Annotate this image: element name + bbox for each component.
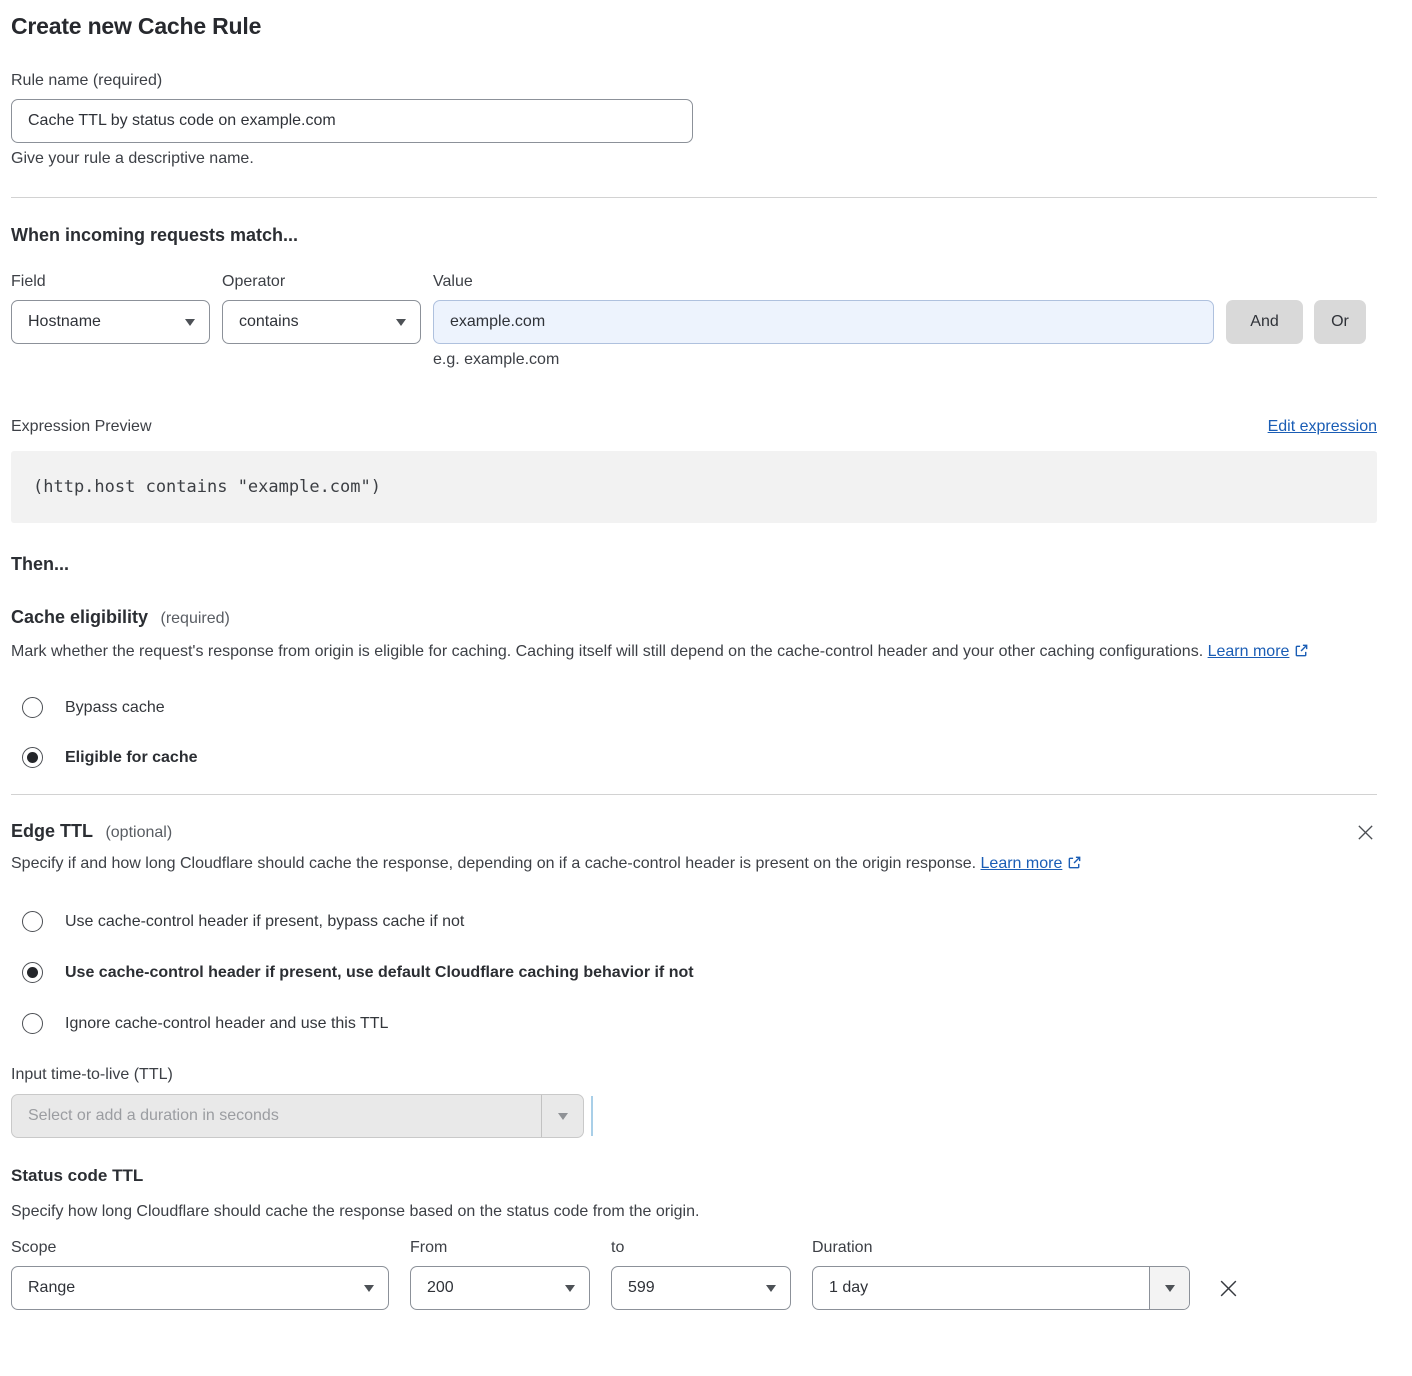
edge-ttl-heading: Edge TTL [11, 821, 93, 841]
edge-ttl-description: Specify if and how long Cloudflare shoul… [11, 850, 1116, 880]
remove-status-code-row-button[interactable] [1216, 1276, 1241, 1301]
to-label: to [611, 1239, 812, 1257]
eligible-for-cache-label[interactable]: Eligible for cache [65, 749, 197, 767]
chevron-down-icon [364, 1285, 374, 1292]
status-code-ttl-heading: Status code TTL [11, 1166, 1377, 1186]
bypass-cache-radio[interactable] [22, 697, 43, 718]
ttl-duration-dropdown-button[interactable] [541, 1095, 583, 1137]
scope-select-value: Range [28, 1279, 75, 1297]
match-section-heading: When incoming requests match... [11, 225, 1377, 246]
duration-dropdown-button[interactable] [1149, 1267, 1189, 1309]
edge-ttl-option-1-radio[interactable] [22, 911, 43, 932]
edge-ttl-heading-row: Edge TTL (optional) [11, 821, 172, 842]
and-button[interactable]: And [1226, 300, 1303, 344]
value-helper: e.g. example.com [433, 351, 1377, 369]
divider [11, 794, 1377, 795]
field-select[interactable]: Hostname [11, 300, 210, 344]
scope-select[interactable]: Range [11, 1266, 389, 1310]
expression-preview-label: Expression Preview [11, 418, 152, 436]
cache-eligibility-qualifier: (required) [161, 610, 230, 627]
ttl-duration-placeholder: Select or add a duration in seconds [12, 1095, 541, 1137]
page-title: Create new Cache Rule [11, 13, 1377, 40]
cache-eligibility-learn-more-link[interactable]: Learn more [1208, 643, 1290, 660]
value-label: Value [433, 273, 473, 291]
edge-ttl-option-2-radio[interactable] [22, 962, 43, 983]
duration-label: Duration [812, 1239, 872, 1257]
chevron-down-icon [396, 319, 406, 326]
divider [11, 197, 1377, 198]
from-select-value: 200 [427, 1279, 454, 1297]
status-code-ttl-description: Specify how long Cloudflare should cache… [11, 1198, 1377, 1226]
operator-select-value: contains [239, 313, 299, 331]
edge-ttl-option-2-label[interactable]: Use cache-control header if present, use… [65, 964, 694, 982]
from-select[interactable]: 200 [410, 1266, 590, 1310]
edge-ttl-learn-more-link[interactable]: Learn more [981, 855, 1063, 872]
operator-label: Operator [222, 273, 433, 291]
edge-ttl-option-1-label[interactable]: Use cache-control header if present, byp… [65, 913, 464, 931]
close-icon [1356, 823, 1375, 842]
value-input[interactable] [433, 300, 1214, 344]
edge-ttl-close-button[interactable] [1354, 821, 1377, 844]
operator-select[interactable]: contains [222, 300, 421, 344]
rule-name-label: Rule name (required) [11, 72, 1377, 90]
ttl-input-label: Input time-to-live (TTL) [11, 1066, 1377, 1084]
external-link-icon [1294, 640, 1309, 668]
cache-eligibility-description-text: Mark whether the request's response from… [11, 643, 1203, 660]
duration-combobox[interactable]: 1 day [812, 1266, 1190, 1310]
create-cache-rule-form: Create new Cache Rule Rule name (require… [11, 0, 1377, 1336]
expression-preview-code: (http.host contains "example.com") [11, 451, 1377, 523]
from-label: From [410, 1239, 611, 1257]
close-icon [1218, 1278, 1239, 1299]
ttl-duration-select[interactable]: Select or add a duration in seconds [11, 1094, 584, 1138]
chevron-down-icon [1165, 1285, 1175, 1292]
cache-eligibility-description: Mark whether the request's response from… [11, 638, 1356, 668]
edge-ttl-option-3-radio[interactable] [22, 1013, 43, 1034]
match-column-labels: Field Operator Value [11, 273, 1377, 291]
to-select-value: 599 [628, 1279, 655, 1297]
or-button[interactable]: Or [1314, 300, 1366, 344]
edge-ttl-description-text: Specify if and how long Cloudflare shoul… [11, 855, 976, 872]
chevron-down-icon [565, 1285, 575, 1292]
external-link-icon [1067, 852, 1082, 880]
scope-label: Scope [11, 1239, 410, 1257]
chevron-down-icon [185, 319, 195, 326]
cache-eligibility-heading: Cache eligibility [11, 607, 148, 627]
text-cursor-bar [591, 1096, 593, 1136]
field-select-value: Hostname [28, 313, 101, 331]
cache-eligibility-heading-row: Cache eligibility (required) [11, 607, 1377, 628]
edge-ttl-qualifier: (optional) [105, 824, 172, 841]
then-heading: Then... [11, 554, 1377, 575]
chevron-down-icon [558, 1113, 568, 1120]
rule-name-input[interactable] [11, 99, 693, 143]
bypass-cache-label[interactable]: Bypass cache [65, 699, 165, 717]
eligible-for-cache-radio[interactable] [22, 747, 43, 768]
edge-ttl-option-3-label[interactable]: Ignore cache-control header and use this… [65, 1015, 388, 1033]
field-label: Field [11, 273, 222, 291]
edit-expression-link[interactable]: Edit expression [1268, 418, 1377, 436]
status-code-column-labels: Scope From to Duration [11, 1239, 1377, 1257]
duration-value: 1 day [813, 1267, 1149, 1309]
to-select[interactable]: 599 [611, 1266, 791, 1310]
rule-name-helper: Give your rule a descriptive name. [11, 150, 1377, 168]
chevron-down-icon [766, 1285, 776, 1292]
